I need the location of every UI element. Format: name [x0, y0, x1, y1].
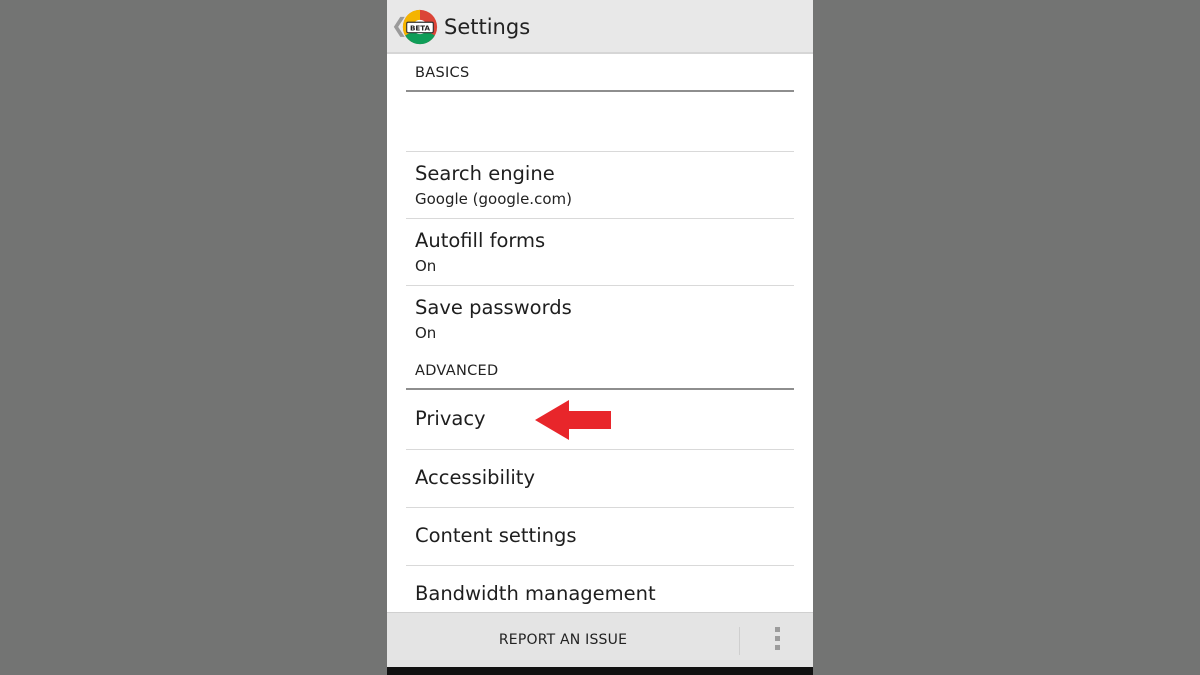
bar-divider	[739, 627, 740, 655]
phone-screen: ❮ BETA Settings BASICS Search engine Goo…	[387, 0, 813, 675]
red-arrow-left-icon	[535, 400, 611, 440]
setting-summary: On	[415, 324, 437, 342]
page-title: Settings	[444, 15, 531, 39]
section-label-basics: BASICS	[415, 65, 470, 81]
setting-title: Accessibility	[415, 466, 535, 489]
setting-search-engine[interactable]: Search engine Google (google.com)	[406, 152, 794, 219]
section-label-advanced: ADVANCED	[415, 363, 499, 379]
settings-list[interactable]: BASICS Search engine Google (google.com)…	[387, 54, 813, 612]
section-header-basics: BASICS	[406, 54, 794, 92]
setting-accessibility[interactable]: Accessibility	[406, 450, 794, 508]
setting-autofill-forms[interactable]: Autofill forms On	[406, 219, 794, 286]
beta-badge-text: BETA	[410, 23, 431, 32]
section-header-advanced: ADVANCED	[406, 352, 794, 390]
setting-summary: On	[415, 257, 437, 275]
setting-title: Save passwords	[415, 296, 572, 319]
setting-content-settings[interactable]: Content settings	[406, 508, 794, 566]
setting-title: Bandwidth management	[415, 582, 656, 605]
bottom-action-bar: REPORT AN ISSUE	[387, 612, 813, 667]
report-issue-button[interactable]: REPORT AN ISSUE	[387, 613, 739, 667]
setting-title: Privacy	[415, 407, 486, 430]
setting-bandwidth-management[interactable]: Bandwidth management	[406, 566, 794, 612]
overflow-menu-icon[interactable]	[765, 627, 789, 655]
action-bar: ❮ BETA Settings	[387, 0, 813, 54]
setting-title: Autofill forms	[415, 229, 546, 252]
setting-save-passwords[interactable]: Save passwords On	[406, 286, 794, 352]
system-nav-strip	[387, 667, 813, 675]
setting-summary: Google (google.com)	[415, 190, 572, 208]
setting-title: Search engine	[415, 162, 555, 185]
empty-row	[406, 92, 794, 152]
setting-title: Content settings	[415, 524, 577, 547]
chrome-beta-icon[interactable]: BETA	[401, 8, 439, 46]
